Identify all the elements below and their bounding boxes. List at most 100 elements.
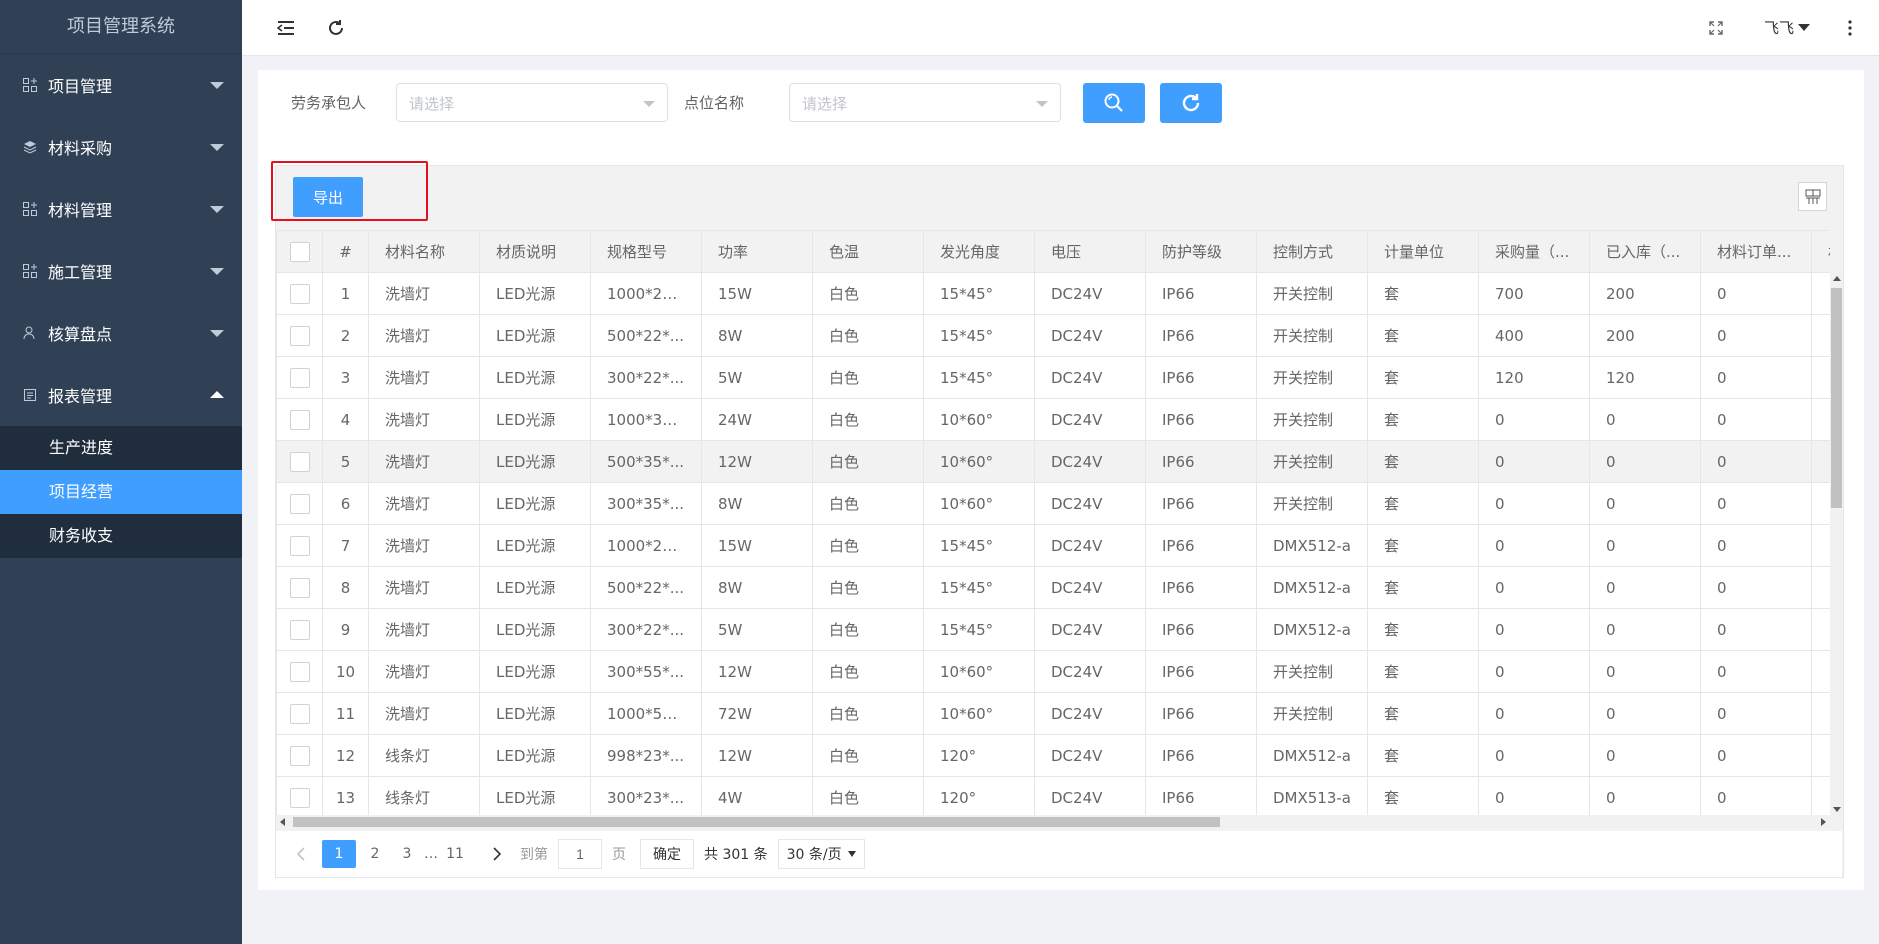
row-checkbox[interactable] bbox=[289, 535, 310, 556]
row-select-cell bbox=[276, 440, 323, 483]
row-checkbox[interactable] bbox=[289, 745, 310, 766]
sidebar-item-reports[interactable]: 报表管理 bbox=[0, 364, 242, 426]
table-row[interactable]: 3 洗墙灯 LED光源 300*22*... 5W 白色 15*45° DC24V IP66 开关… bbox=[276, 356, 1830, 399]
row-checkbox[interactable] bbox=[289, 703, 310, 724]
user-menu[interactable]: 飞飞 bbox=[1764, 17, 1811, 38]
table-cell: 12W bbox=[701, 734, 813, 777]
table-row[interactable]: 10 洗墙灯 LED光源 300*55*... 12W 白色 10*60° DC24V IP66… bbox=[276, 650, 1830, 693]
table-cell: LED光源 bbox=[479, 272, 591, 315]
column-header[interactable]: # bbox=[322, 230, 369, 273]
sidebar-item-purchase[interactable]: 材料采购 bbox=[0, 116, 242, 178]
goto-page-input[interactable] bbox=[558, 839, 602, 869]
submenu-item-progress[interactable]: 生产进度 bbox=[0, 426, 242, 470]
table-cell: LED光源 bbox=[479, 398, 591, 441]
sidebar-item-construction[interactable]: 施工管理 bbox=[0, 240, 242, 302]
row-checkbox[interactable] bbox=[289, 451, 310, 472]
goto-confirm-button[interactable]: 确定 bbox=[640, 839, 694, 869]
row-checkbox[interactable] bbox=[289, 619, 310, 640]
scroll-down-icon[interactable] bbox=[1833, 807, 1841, 812]
table-row[interactable]: 4 洗墙灯 LED光源 1000*35... 24W 白色 10*60° DC24V IP66 开… bbox=[276, 398, 1830, 441]
vertical-scroll-thumb[interactable] bbox=[1831, 288, 1842, 508]
row-select-cell bbox=[276, 398, 323, 441]
table-cell: 15*45° bbox=[923, 608, 1035, 651]
column-header[interactable]: 控制方式 bbox=[1256, 230, 1368, 273]
row-checkbox[interactable] bbox=[289, 493, 310, 514]
vertical-scrollbar[interactable] bbox=[1830, 273, 1843, 815]
column-header[interactable]: 规格型号 bbox=[590, 230, 702, 273]
row-checkbox[interactable] bbox=[289, 367, 310, 388]
table-row[interactable]: 1 洗墙灯 LED光源 1000*22... 15W 白色 15*45° DC24V IP66 开… bbox=[276, 272, 1830, 315]
submenu-item-finance[interactable]: 财务收支 bbox=[0, 514, 242, 558]
row-checkbox[interactable] bbox=[289, 787, 310, 808]
table-cell: 0 bbox=[1589, 650, 1701, 693]
table-cell: 0 bbox=[1700, 566, 1812, 609]
sidebar-item-accounting[interactable]: 核算盘点 bbox=[0, 302, 242, 364]
next-page-icon[interactable] bbox=[482, 840, 512, 868]
horizontal-scroll-thumb[interactable] bbox=[293, 817, 1220, 827]
menu-collapse-icon[interactable] bbox=[274, 16, 298, 40]
table-cell: 白色 bbox=[812, 566, 924, 609]
horizontal-scrollbar[interactable] bbox=[276, 815, 1830, 829]
search-button[interactable] bbox=[1083, 83, 1145, 123]
page-size-select[interactable]: 30 条/页 bbox=[777, 839, 865, 869]
table-row[interactable]: 2 洗墙灯 LED光源 500*22*... 8W 白色 15*45° DC24V IP66 开关… bbox=[276, 314, 1830, 357]
contractor-select[interactable]: 请选择 bbox=[396, 83, 668, 122]
table-cell: DMX512-a bbox=[1256, 734, 1368, 777]
prev-page-icon[interactable] bbox=[286, 840, 316, 868]
location-select[interactable]: 请选择 bbox=[789, 83, 1061, 122]
row-checkbox[interactable] bbox=[289, 325, 310, 346]
table-cell: 0 bbox=[1700, 272, 1812, 315]
column-header[interactable]: 材质说明 bbox=[479, 230, 591, 273]
table-cell: 10*60° bbox=[923, 398, 1035, 441]
row-checkbox[interactable] bbox=[289, 661, 310, 682]
location-placeholder: 请选择 bbox=[802, 95, 848, 113]
table-row[interactable]: 12 线条灯 LED光源 998*23*... 12W 白色 120° DC24V IP66 DM… bbox=[276, 734, 1830, 777]
table-row[interactable]: 13 线条灯 LED光源 300*23*... 4W 白色 120° DC24V IP66 DMX… bbox=[276, 776, 1830, 815]
row-select-cell bbox=[276, 650, 323, 693]
table-row[interactable]: 7 洗墙灯 LED光源 1000*22... 15W 白色 15*45° DC24V IP66 D… bbox=[276, 524, 1830, 567]
column-header[interactable]: 材料名称 bbox=[368, 230, 480, 273]
column-header[interactable]: 材 bbox=[1811, 230, 1830, 273]
fullscreen-icon[interactable] bbox=[1704, 16, 1728, 40]
more-vertical-icon[interactable] bbox=[1838, 16, 1862, 40]
page-button[interactable]: 2 bbox=[360, 840, 390, 868]
refresh-icon[interactable] bbox=[324, 16, 348, 40]
table-cell: 0 bbox=[1589, 398, 1701, 441]
scroll-right-icon[interactable] bbox=[1821, 818, 1826, 826]
page-button[interactable]: 3 bbox=[392, 840, 422, 868]
select-all-checkbox[interactable] bbox=[289, 241, 310, 262]
column-header[interactable]: 电压 bbox=[1034, 230, 1146, 273]
column-header[interactable]: 计量单位 bbox=[1367, 230, 1479, 273]
column-header[interactable]: 采购量（... bbox=[1478, 230, 1590, 273]
scroll-up-icon[interactable] bbox=[1833, 276, 1841, 281]
table-row[interactable]: 9 洗墙灯 LED光源 300*22*... 5W 白色 15*45° DC24V IP66 DM… bbox=[276, 608, 1830, 651]
row-select-cell bbox=[276, 356, 323, 399]
sidebar-item-project[interactable]: 项目管理 bbox=[0, 54, 242, 116]
column-header[interactable]: 防护等级 bbox=[1145, 230, 1257, 273]
submenu-item-operations[interactable]: 项目经营 bbox=[0, 470, 242, 514]
column-header[interactable]: 功率 bbox=[701, 230, 813, 273]
table-row[interactable]: 8 洗墙灯 LED光源 500*22*... 8W 白色 15*45° DC24V IP66 DM… bbox=[276, 566, 1830, 609]
sidebar-item-material[interactable]: 材料管理 bbox=[0, 178, 242, 240]
row-select-cell bbox=[276, 734, 323, 777]
table-row[interactable]: 5 洗墙灯 LED光源 500*35*... 12W 白色 10*60° DC24V IP66 开… bbox=[276, 440, 1830, 483]
row-checkbox[interactable] bbox=[289, 409, 310, 430]
column-header[interactable]: 材料订单... bbox=[1700, 230, 1812, 273]
column-settings-button[interactable] bbox=[1798, 182, 1827, 211]
scroll-left-icon[interactable] bbox=[280, 818, 285, 826]
table-row[interactable]: 11 洗墙灯 LED光源 1000*55... 72W 白色 10*60° DC24V IP66… bbox=[276, 692, 1830, 735]
column-header[interactable]: 发光角度 bbox=[923, 230, 1035, 273]
row-checkbox[interactable] bbox=[289, 577, 310, 598]
reset-button[interactable] bbox=[1160, 83, 1222, 123]
row-checkbox[interactable] bbox=[289, 283, 310, 304]
page-button[interactable]: 11 bbox=[440, 840, 470, 868]
page-button[interactable]: 1 bbox=[322, 840, 356, 868]
column-header[interactable]: 已入库（... bbox=[1589, 230, 1701, 273]
column-header[interactable]: 色温 bbox=[812, 230, 924, 273]
table-cell: DC24V bbox=[1034, 692, 1146, 735]
table-cell: IP66 bbox=[1145, 314, 1257, 357]
sidebar-item-label: 材料采购 bbox=[48, 139, 113, 158]
table-cell: 套 bbox=[1367, 440, 1479, 483]
caret-down-icon bbox=[1798, 24, 1811, 31]
table-row[interactable]: 6 洗墙灯 LED光源 300*35*... 8W 白色 10*60° DC24V IP66 开关… bbox=[276, 482, 1830, 525]
